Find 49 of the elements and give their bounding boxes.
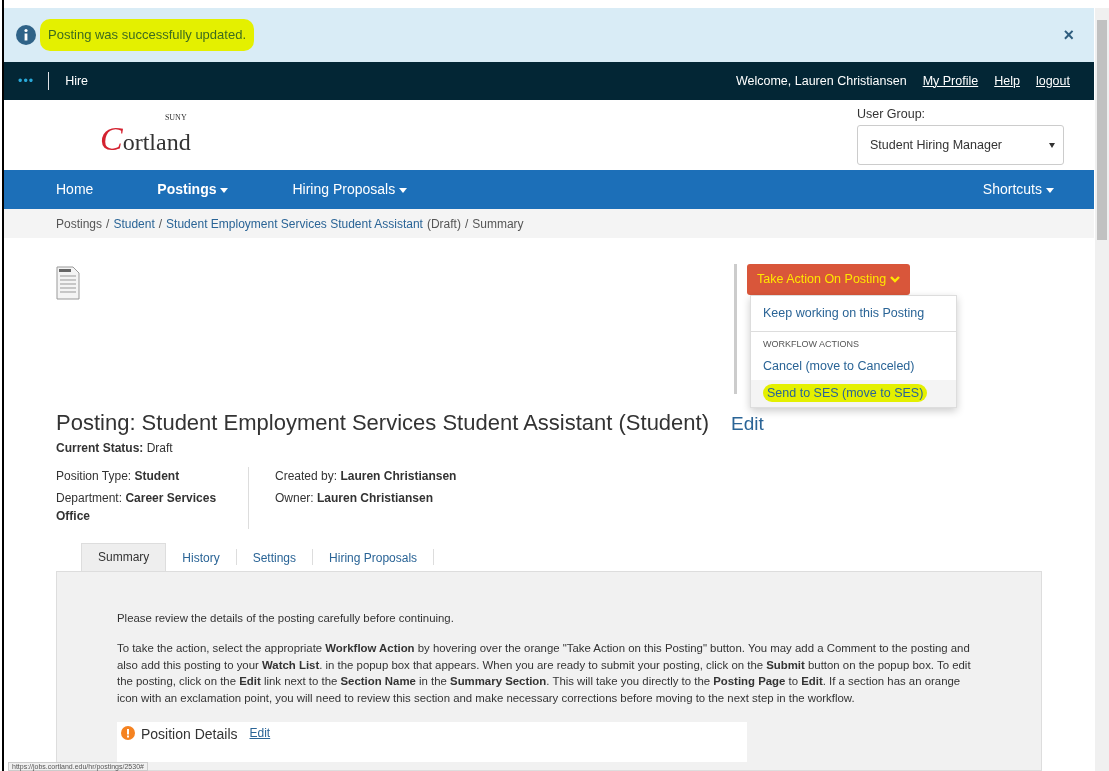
edit-link[interactable]: Edit	[249, 724, 271, 743]
menu-item[interactable]: Keep working on this Posting	[751, 296, 956, 331]
caret-icon	[1049, 142, 1055, 148]
tab[interactable]: Hiring Proposals	[313, 548, 435, 565]
detail-text: Owner: Lauren Christiansen	[275, 489, 435, 507]
page-title: Posting: Student Employment Services Student Assistant (Student)	[56, 410, 709, 437]
breadcrumb-separator: /	[158, 215, 163, 233]
nav-item[interactable]: Home	[56, 179, 94, 200]
app-name: Hire	[65, 72, 89, 90]
welcome-text: Welcome, Lauren Christiansen	[735, 72, 907, 90]
alert-message: Posting was successfully updated.	[40, 19, 254, 51]
menu-button[interactable]: •••	[4, 71, 50, 91]
breadcrumb-separator: /	[106, 215, 110, 233]
user-group-select[interactable]: Student Hiring Manager	[857, 125, 1064, 166]
breadcrumb-item: (Draft)	[426, 215, 461, 233]
nav-item[interactable]: Shortcuts	[982, 179, 1054, 200]
menu-item[interactable]: Send to SES (move to SES)	[751, 380, 956, 407]
paragraph: To take the action, select the appropriate Workflow Action by hovering over the orange "Take Action on this Posting" button. You may add a Comment to the posting and also add this posting to your Watch List. in the popup box that appears. When you are ready to submit your posting, click on the Submit button on the popup box. To edit the posting, click on the Edit link next to the Section Name in the Summary Section. This will take you directly to the Posting Page to Edit. If a section has an orange icon with an exclamation point, you will need to review this section and make necessary corrections before moving to the next step in the workflow.	[117, 641, 972, 706]
detail-text: Department: Career Services Office	[56, 489, 218, 525]
section-title: Position Details	[141, 725, 238, 745]
breadcrumb-separator: /	[464, 215, 469, 233]
tab[interactable]: Summary	[81, 542, 167, 571]
breadcrumb-link[interactable]: Student Employment Services Student Assistant	[166, 214, 423, 233]
logo-subtitle: SUNY	[164, 114, 187, 122]
logo: Cortland	[100, 122, 191, 156]
menu-header: WORKFLOW ACTIONS	[751, 330, 956, 354]
menu-item[interactable]: Cancel (move to Canceled)	[751, 353, 956, 380]
edit-link[interactable]: Edit	[731, 410, 764, 439]
breadcrumb-link[interactable]: Student	[113, 214, 155, 233]
scrollbar[interactable]	[1095, 8, 1109, 771]
link[interactable]: My Profile	[922, 71, 979, 91]
field-label: User Group:	[857, 105, 926, 123]
caret-icon	[1046, 187, 1054, 193]
tab[interactable]: History	[166, 548, 237, 565]
tab[interactable]: Settings	[236, 548, 314, 565]
breadcrumb-item: Postings	[56, 215, 103, 233]
detail-text: Created by: Lauren Christiansen	[275, 467, 457, 485]
nav-item[interactable]: Postings	[157, 179, 229, 200]
link[interactable]: Help	[994, 71, 1020, 91]
close-button[interactable]: ×	[1055, 21, 1082, 49]
document-icon	[56, 266, 80, 300]
info-icon	[16, 25, 36, 45]
link[interactable]: logout	[1035, 71, 1070, 91]
breadcrumb-item: Summary	[472, 215, 524, 233]
detail-text: Position Type: Student	[56, 467, 181, 485]
nav-item[interactable]: Hiring Proposals	[292, 179, 408, 200]
status-text: Current Status: Draft	[56, 439, 173, 457]
paragraph: Please review the details of the posting carefully before continuing.	[117, 610, 455, 626]
chevron-down-icon	[889, 275, 900, 284]
